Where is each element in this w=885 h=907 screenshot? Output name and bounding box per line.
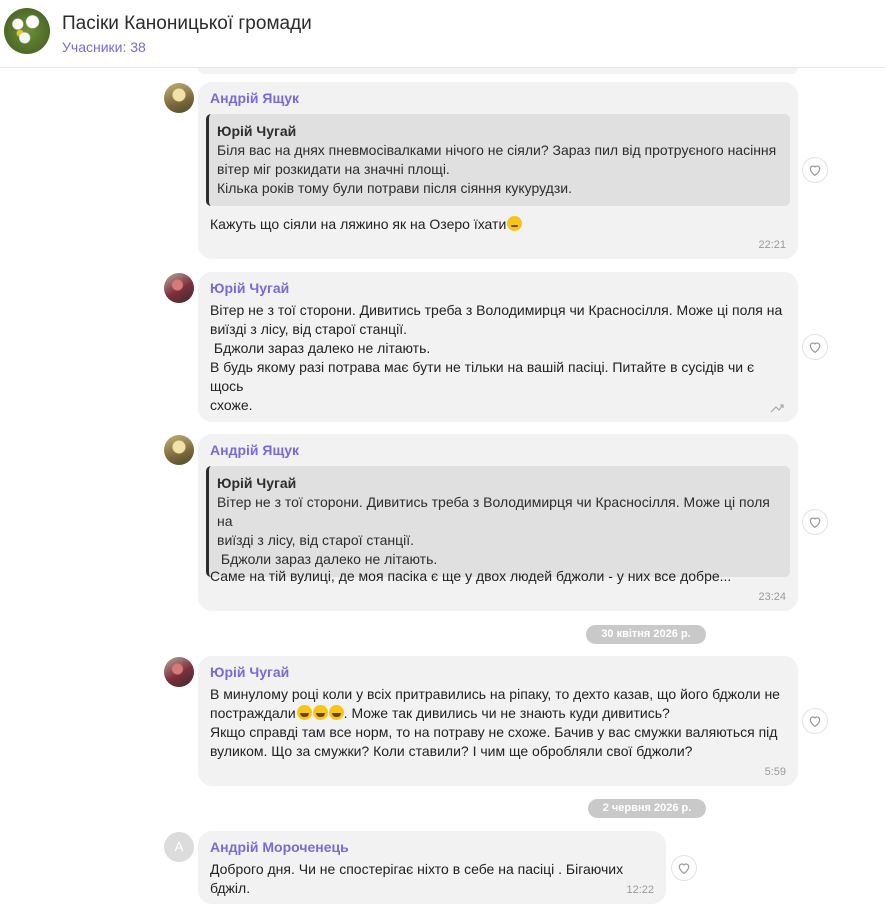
reply-quote[interactable]: Юрій Чугай Біля вас на днях пневмосівалк… (206, 114, 790, 206)
like-button[interactable] (802, 509, 828, 535)
sender-name[interactable]: Андрій Мороченець (210, 839, 349, 855)
sender-name[interactable]: Андрій Ящук (210, 90, 299, 106)
quote-line: виїзді з лісу, від старої станції. (217, 532, 415, 548)
members-count[interactable]: Учасники: 38 (62, 39, 146, 55)
message-time: 22:21 (758, 239, 786, 251)
quote-line: Біля вас на днях пневмосівалками нічого … (217, 142, 777, 158)
message-text: Кажуть що сіяли на ляжино як на Озеро їх… (210, 215, 786, 234)
chat-header: Пасіки Каноницької громади Учасники: 38 (0, 0, 885, 68)
like-button[interactable] (802, 334, 828, 360)
reply-quote[interactable]: Юрій Чугай Вітер не з тої сторони. Дивит… (206, 466, 790, 577)
previous-message-edge (198, 68, 798, 74)
sender-name[interactable]: Андрій Ящук (210, 442, 299, 458)
group-avatar[interactable] (4, 8, 50, 54)
like-button[interactable] (802, 708, 828, 734)
laughing-emoji (328, 705, 344, 720)
message-bubble[interactable]: Андрій Мороченець Доброго дня. Чи не спо… (198, 831, 666, 904)
date-separator: 2 червня 2026 р. (588, 799, 706, 818)
thinking-face-emoji (507, 216, 523, 231)
message-bubble[interactable]: Андрій Ящук Юрій Чугай Вітер не з тої ст… (198, 434, 798, 611)
message-bubble[interactable]: Юрій Чугай В минулому році коли у всіх п… (198, 656, 798, 786)
yurii-chuhai-avatar[interactable] (164, 657, 194, 687)
heart-icon (809, 342, 821, 354)
quote-line: вітер міг розкидати на значні площі. (217, 161, 450, 177)
sender-name[interactable]: Юрій Чугай (210, 280, 289, 296)
yurii-chuhai-avatar[interactable] (164, 273, 194, 303)
heart-icon (809, 716, 821, 728)
laughing-emoji (312, 705, 328, 720)
quote-line: Вітер не з тої сторони. Дивитись треба з… (217, 494, 770, 529)
message-time: 23:24 (758, 591, 786, 603)
heart-icon (809, 517, 821, 529)
group-title[interactable]: Пасіки Каноницької громади (62, 13, 312, 35)
message-time: 5:59 (764, 766, 786, 778)
laughing-emoji (296, 705, 312, 720)
heart-icon (809, 165, 821, 177)
quote-author: Юрій Чугай (217, 123, 297, 139)
sender-name[interactable]: Юрій Чугай (210, 664, 289, 680)
message-text: Саме на тій вулиці, де моя пасіка є ще у… (210, 568, 732, 584)
forward-icon[interactable] (770, 403, 784, 413)
like-button[interactable] (802, 157, 828, 183)
andrii-yashchuk-avatar[interactable] (164, 83, 194, 113)
andrii-yashchuk-avatar[interactable] (164, 435, 194, 465)
andrii-morochenets-avatar[interactable]: A (164, 832, 194, 862)
quote-author: Юрій Чугай (217, 475, 297, 491)
message-time: 12:22 (626, 884, 654, 896)
message-text: В минулому році коли у всіх притравились… (210, 686, 780, 759)
like-button[interactable] (671, 855, 697, 881)
message-bubble[interactable]: Андрій Ящук Юрій Чугай Біля вас на днях … (198, 82, 798, 259)
heart-icon (678, 863, 690, 875)
message-bubble[interactable]: Юрій Чугай Вітер не з тої сторони. Дивит… (198, 272, 798, 422)
quote-line: Кілька років тому були потрави після сія… (217, 180, 572, 196)
message-text: Доброго дня. Чи не спостерігає ніхто в с… (210, 861, 624, 896)
message-text: Вітер не з тої сторони. Дивитись треба з… (210, 302, 783, 413)
date-separator: 30 квітня 2026 р. (586, 625, 706, 644)
